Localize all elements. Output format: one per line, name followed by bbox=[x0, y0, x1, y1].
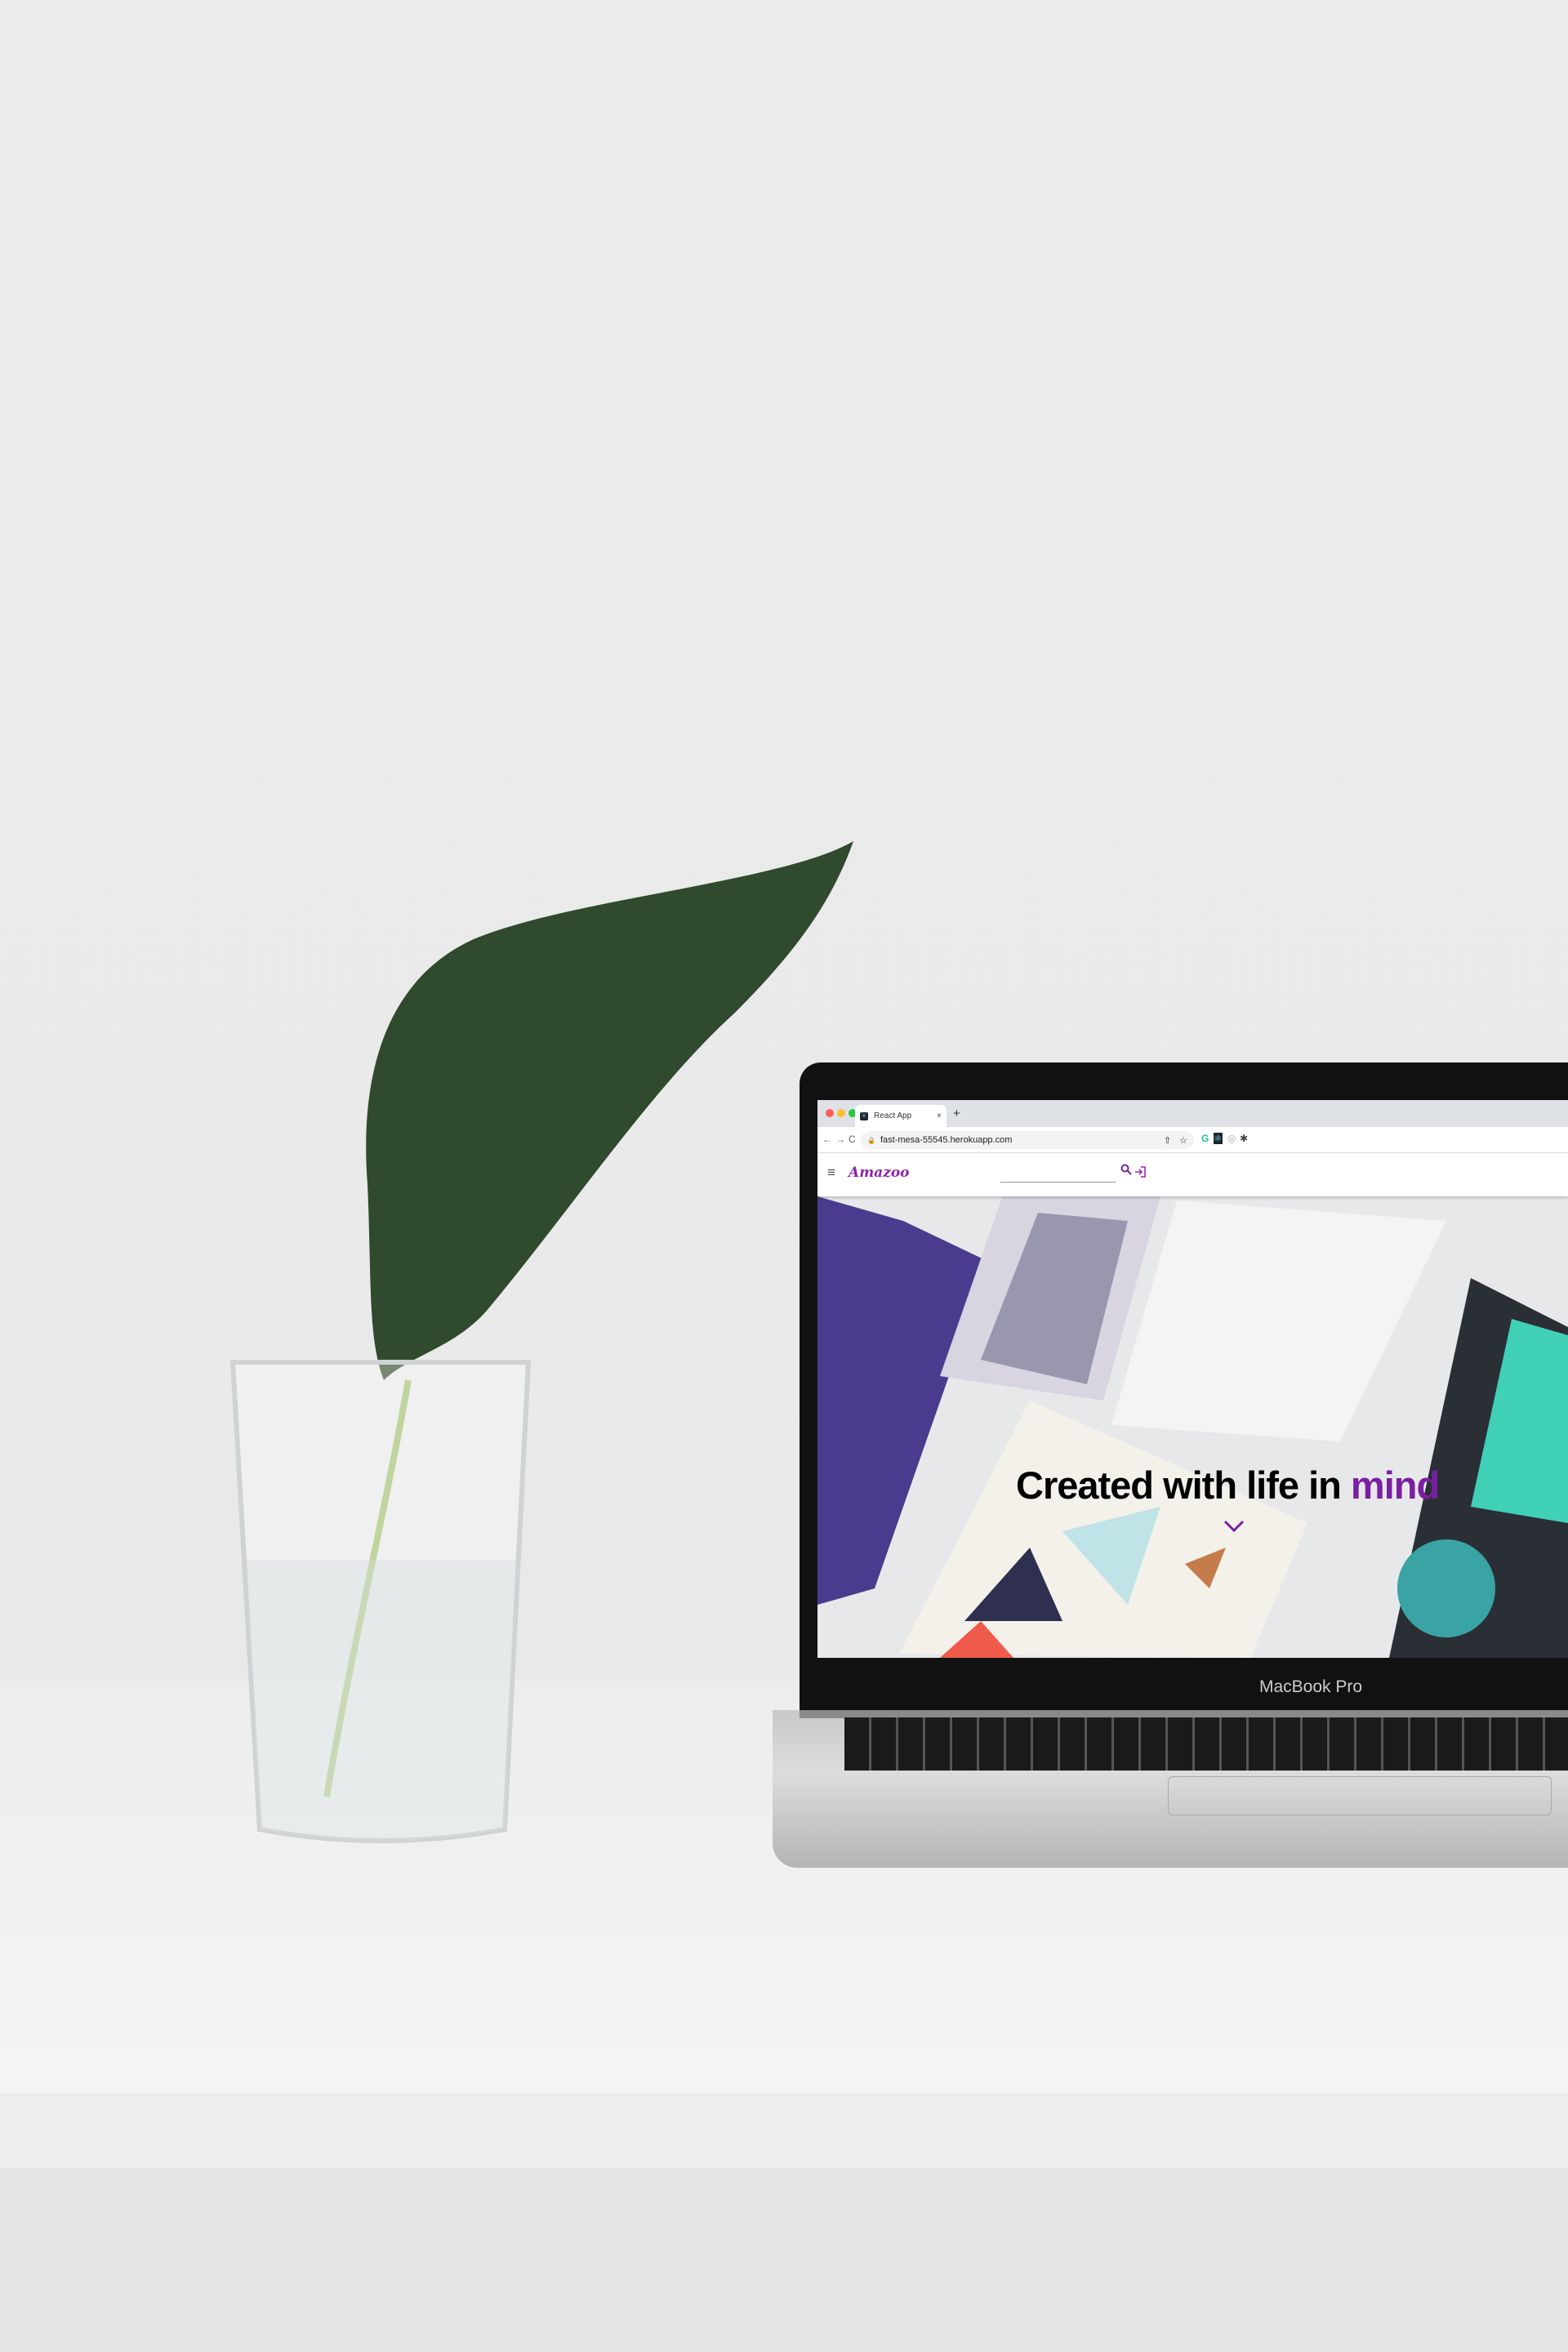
app-header: ≡ Amazoo bbox=[817, 1153, 1568, 1196]
react-icon: ⚛ bbox=[860, 1111, 868, 1120]
reload-icon[interactable]: C bbox=[849, 1134, 856, 1145]
extensions-puzzle-icon[interactable]: ✱ bbox=[1240, 1133, 1248, 1144]
headline-main: Created with life in bbox=[1016, 1463, 1351, 1507]
grammarly-extension-icon[interactable]: G bbox=[1201, 1133, 1209, 1144]
tab-title: React App bbox=[874, 1111, 912, 1120]
address-bar-row: ← → C 🔒 fast-mesa-55545.herokuapp.com ⇧ … bbox=[817, 1127, 1568, 1153]
keyboard bbox=[844, 1717, 1568, 1771]
lock-icon: 🔒 bbox=[867, 1136, 875, 1144]
menu-icon[interactable]: ≡ bbox=[827, 1165, 835, 1181]
search-input[interactable] bbox=[1000, 1171, 1116, 1183]
hero-headline: Created with life in mind bbox=[1016, 1463, 1440, 1508]
close-window-button[interactable] bbox=[826, 1109, 834, 1117]
back-icon[interactable]: ← bbox=[822, 1134, 832, 1145]
search-icon[interactable] bbox=[1120, 1164, 1132, 1175]
chevron-down-icon[interactable] bbox=[1223, 1520, 1245, 1533]
tab-bar: ⚛ React App × + bbox=[817, 1100, 1568, 1127]
logo[interactable]: Amazoo bbox=[849, 1165, 910, 1181]
tab-react-app[interactable]: ⚛ React App × bbox=[855, 1105, 947, 1127]
bookmark-icon[interactable]: ☆ bbox=[1179, 1135, 1187, 1146]
minimize-window-button[interactable] bbox=[837, 1109, 845, 1117]
url-field[interactable]: 🔒 fast-mesa-55545.herokuapp.com ⇧ ☆ bbox=[861, 1131, 1194, 1149]
headline-accent: mind bbox=[1350, 1463, 1440, 1507]
new-tab-button[interactable]: + bbox=[953, 1107, 960, 1120]
login-icon[interactable] bbox=[1134, 1166, 1146, 1178]
forward-icon[interactable]: → bbox=[835, 1134, 845, 1145]
browser-window: ⚛ React App × + ← → C 🔒 fast-mesa-55545.… bbox=[817, 1100, 1568, 1658]
close-tab-icon[interactable]: × bbox=[937, 1111, 942, 1120]
url-text: fast-mesa-55545.herokuapp.com bbox=[880, 1135, 1013, 1145]
share-icon[interactable]: ⇧ bbox=[1164, 1135, 1171, 1146]
leaf bbox=[366, 841, 853, 1380]
device-label: MacBook Pro bbox=[1258, 1677, 1363, 1696]
hero-background-image bbox=[817, 1196, 1568, 1658]
hero-banner: Created with life in mind bbox=[817, 1196, 1568, 1658]
extension-icon[interactable]: ◎ bbox=[1227, 1133, 1236, 1144]
react-devtools-icon[interactable]: ⚛ bbox=[1214, 1133, 1223, 1144]
trackpad bbox=[1168, 1776, 1552, 1815]
